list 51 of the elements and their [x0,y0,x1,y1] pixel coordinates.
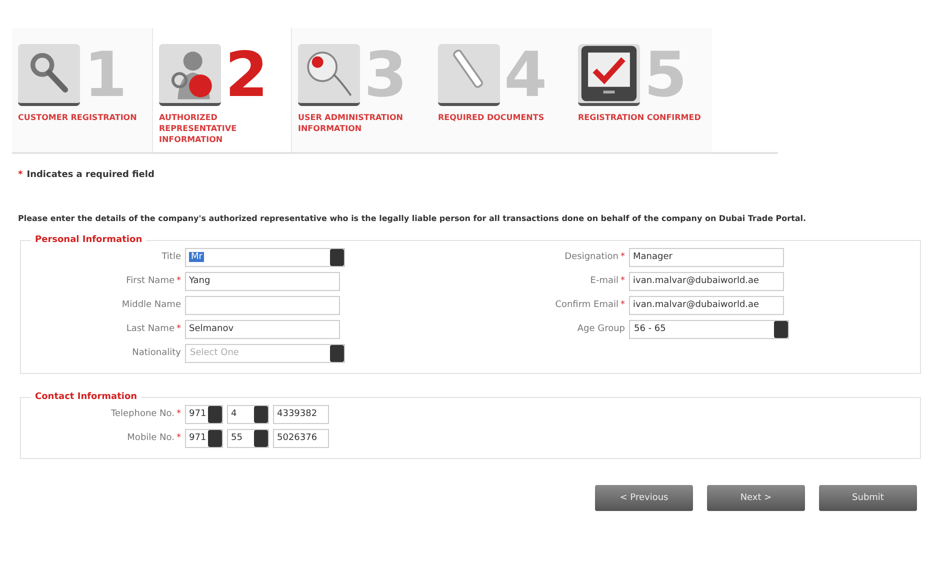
magnifier-icon [298,44,360,106]
input-field[interactable]: ivan.malvar@dubaiworld.ae [629,272,784,290]
step-label: CUSTOMER REGISTRATION [18,112,138,123]
required-mark: * [620,300,625,310]
required-mark: * [176,324,181,334]
wizard-step[interactable]: 2 AUTHORIZED REPRESENTATIVE INFORMATION [152,28,292,152]
field-label: Last Name [126,324,174,334]
input-field[interactable]: 4339382 [273,404,329,424]
step-label: REQUIRED DOCUMENTS [438,112,546,123]
pen-icon [438,44,500,106]
input-field[interactable] [185,296,340,314]
required-mark: * [176,433,181,443]
nav-button[interactable]: < Previous [595,485,693,511]
nav-button[interactable]: Submit [819,485,917,511]
required-mark: * [620,276,625,286]
step-label: AUTHORIZED REPRESENTATIVE INFORMATION [159,112,238,145]
required-note: Indicates a required field [26,170,154,180]
required-mark: * [176,276,181,286]
section-title: Personal Information [34,235,144,245]
field-label: Title [162,252,181,262]
select-field[interactable]: 971 [185,404,223,424]
step-number: 2 [225,44,268,106]
intro-text: Please enter the details of the company's authorized representative who is the legally liable person for all transactions done on behalf of the company on Dubai Trade Portal. [18,214,808,223]
check-icon [578,44,640,106]
input-field[interactable]: ivan.malvar@dubaiworld.ae [629,296,784,314]
field-label: Mobile No. [127,433,174,443]
field-label: Designation [564,252,618,262]
select-field[interactable]: 55 [227,428,269,448]
required-mark: * [18,170,23,180]
field-label: Confirm Email [555,300,618,310]
input-field[interactable]: Yang [185,272,340,290]
field-label: Age Group [577,324,625,334]
select-field[interactable]: 971 [185,428,223,448]
input-field[interactable]: Selmanov [185,320,340,338]
input-field[interactable]: Manager [629,248,784,266]
person-icon [159,44,221,106]
nav-button[interactable]: Next > [707,485,805,511]
step-label: REGISTRATION CONFIRMED [578,112,702,123]
input-field[interactable]: 5026376 [273,428,329,448]
field-label: Telephone No. [110,409,174,419]
field-label: E-mail [590,276,618,286]
step-label: USER ADMINISTRATION INFORMATION [298,112,404,134]
field-label: Middle Name [122,300,181,310]
select-field[interactable]: 4 [227,404,269,424]
select-field[interactable]: 56 - 65 [629,320,789,338]
select-field[interactable]: Mr [185,248,345,266]
required-mark: * [176,409,181,419]
section-title: Contact Information [34,392,138,402]
required-mark: * [620,252,625,262]
field-label: Nationality [132,348,181,358]
field-label: First Name [126,276,174,286]
